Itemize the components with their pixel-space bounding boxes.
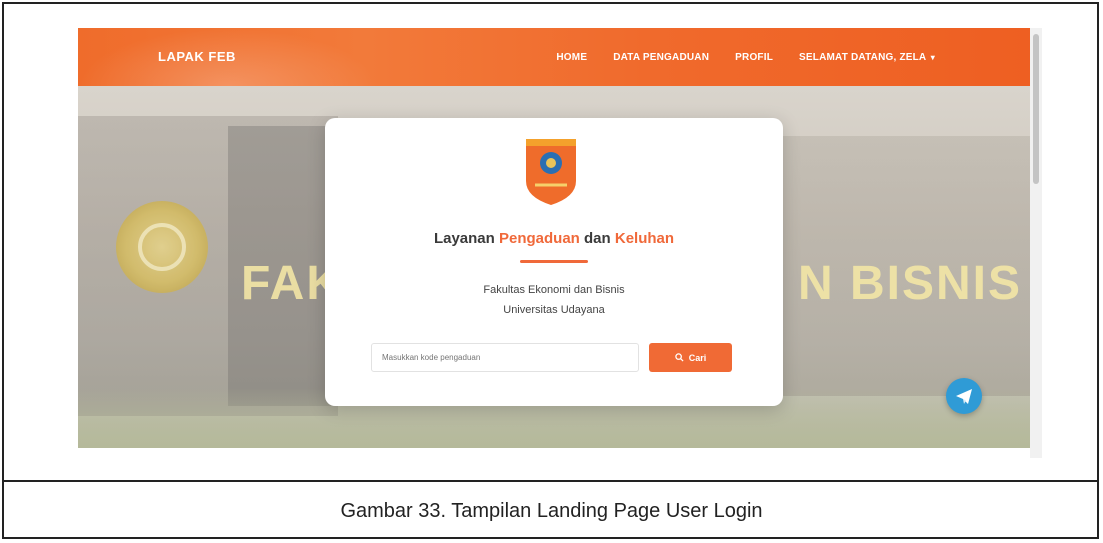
complaint-code-input[interactable]: [371, 343, 639, 372]
university-name: Universitas Udayana: [503, 304, 605, 316]
caret-down-icon: ▾: [928, 52, 935, 62]
search-button-label: Cari: [688, 352, 707, 363]
title-word-keluhan: Keluhan: [614, 230, 675, 247]
brand-logo-text[interactable]: LAPAK FEB: [158, 28, 236, 86]
title-word-pengaduan: Pengaduan: [498, 230, 580, 247]
university-shield-logo: [526, 139, 576, 205]
search-button[interactable]: Cari: [649, 343, 732, 372]
telegram-icon: [956, 389, 972, 404]
nav-data-pengaduan[interactable]: DATA PENGADUAN: [613, 52, 709, 63]
nav-home[interactable]: HOME: [556, 52, 587, 63]
navbar: LAPAK FEB HOME DATA PENGADUAN PROFIL SEL…: [78, 28, 1030, 86]
title-word-dan: dan: [579, 230, 615, 247]
search-card: Layanan Pengaduan dan Keluhan Fakultas E…: [325, 118, 783, 406]
user-menu-label: SELAMAT DATANG, ZELA: [799, 51, 927, 63]
page-scrollbar[interactable]: [1030, 28, 1042, 458]
nav-profil[interactable]: PROFIL: [735, 52, 773, 63]
browser-viewport: FAK N BISNIS LAPAK FEB HOME DATA PENGADU…: [78, 28, 1030, 448]
wall-text-right: N BISNIS: [798, 257, 1023, 310]
scrollbar-thumb[interactable]: [1033, 34, 1039, 184]
card-title: Layanan Pengaduan dan Keluhan: [325, 230, 783, 247]
title-underline: [520, 260, 588, 263]
faculty-name: Fakultas Ekonomi dan Bisnis: [483, 284, 625, 296]
telegram-button[interactable]: [946, 378, 982, 414]
search-icon: [675, 353, 684, 362]
figure-caption: Gambar 33. Tampilan Landing Page User Lo…: [340, 500, 763, 522]
title-word-layanan: Layanan: [433, 230, 499, 247]
nav-menu: HOME DATA PENGADUAN PROFIL SELAMAT DATAN…: [556, 28, 935, 86]
wall-emblem: [116, 201, 208, 293]
user-menu-dropdown[interactable]: SELAMAT DATANG, ZELA ▾: [799, 52, 935, 63]
